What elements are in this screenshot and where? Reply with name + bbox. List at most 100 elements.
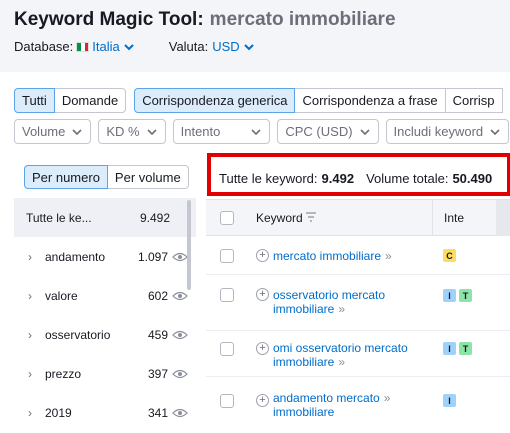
group-count: 459 <box>147 327 168 342</box>
group-name: Tutte le ke... <box>26 210 92 225</box>
filter-include-keywords[interactable]: Includi keyword <box>385 119 510 144</box>
keyword-line: osservatorio mercato <box>273 288 386 302</box>
column-divider <box>432 200 433 236</box>
chevron-right-icon[interactable]: › <box>28 406 42 420</box>
intent-badges: I <box>443 394 459 407</box>
double-chevron-icon[interactable]: » <box>384 391 390 405</box>
filter-label: Intento <box>180 124 221 139</box>
intent-badge: T <box>459 289 472 302</box>
table-row: + andamento mercato » immobiliare I <box>206 378 510 433</box>
select-all-checkbox[interactable] <box>220 211 234 225</box>
intent-badge: I <box>443 342 456 355</box>
add-keyword-icon[interactable]: + <box>256 394 269 407</box>
group-item[interactable]: › valore 602 <box>14 276 196 315</box>
chevron-right-icon[interactable]: › <box>28 250 42 264</box>
eye-icon[interactable] <box>172 330 188 340</box>
group-item[interactable]: › andamento 1.097 <box>14 237 196 276</box>
keyword-line: immobiliare <box>273 355 335 369</box>
tab-phrase-match[interactable]: Corrispondenza a frase <box>294 88 446 113</box>
sort-by-volume-button[interactable]: Per volume <box>106 165 189 189</box>
add-keyword-icon[interactable]: + <box>256 288 269 301</box>
table-row: + mercato immobiliare» C <box>206 237 510 275</box>
chevron-right-icon[interactable]: › <box>28 289 42 303</box>
group-name: 2019 <box>45 405 72 420</box>
keyword-line: omi osservatorio mercato <box>273 341 408 355</box>
group-count: 397 <box>147 366 168 381</box>
double-chevron-icon[interactable]: » <box>338 302 344 316</box>
italy-flag-icon <box>76 41 90 52</box>
sort-icon[interactable] <box>305 212 317 222</box>
group-name: osservatorio <box>45 327 111 342</box>
column-intent[interactable]: Inte <box>444 211 464 225</box>
eye-icon[interactable] <box>172 408 188 418</box>
group-all-keywords[interactable]: Tutte le ke... 9.492 <box>14 198 196 237</box>
chevron-down-icon <box>489 127 501 137</box>
eye-icon[interactable] <box>172 291 188 301</box>
column-next <box>496 200 510 236</box>
row-checkbox[interactable] <box>220 249 234 263</box>
tab-questions[interactable]: Domande <box>53 88 127 113</box>
group-count: 1.097 <box>137 249 168 264</box>
table-row: + omi osservatorio mercato immobiliare» I… <box>206 332 510 377</box>
database-selector[interactable]: Italia <box>92 39 119 54</box>
chevron-down-icon[interactable] <box>123 42 135 52</box>
intent-badge: I <box>443 289 456 302</box>
tab-all[interactable]: Tutti <box>14 88 55 113</box>
keyword-link[interactable]: mercato immobiliare» <box>273 249 391 263</box>
filter-intent[interactable]: Intento <box>172 119 271 144</box>
row-checkbox[interactable] <box>220 342 234 356</box>
add-keyword-icon[interactable]: + <box>256 249 269 262</box>
keyword-link[interactable]: osservatorio mercato immobiliare» <box>273 288 385 316</box>
keyword-link[interactable]: andamento mercato » immobiliare <box>273 391 390 419</box>
intent-badge: I <box>443 394 456 407</box>
tab-exact-match[interactable]: Corrisp <box>444 88 503 113</box>
group-item[interactable]: › prezzo 397 <box>14 354 196 393</box>
group-list: Tutte le ke... 9.492 › andamento 1.097 ›… <box>14 198 196 432</box>
database-currency-row: Database: Italia Valuta: USD <box>14 39 255 54</box>
filter-label: CPC (USD) <box>285 124 353 139</box>
filter-volume[interactable]: Volume <box>14 119 92 144</box>
keyword-line: mercato immobiliare <box>273 249 382 263</box>
intent-badge: T <box>459 342 472 355</box>
filter-cpc[interactable]: CPC (USD) <box>277 119 379 144</box>
currency-selector[interactable]: USD <box>212 39 239 54</box>
chevron-down-icon[interactable] <box>243 42 255 52</box>
sort-by-number-button[interactable]: Per numero <box>24 165 108 189</box>
group-item[interactable]: › 2019 341 <box>14 393 196 432</box>
group-item[interactable]: › osservatorio 459 <box>14 315 196 354</box>
filter-label: KD % <box>106 124 140 139</box>
row-checkbox[interactable] <box>220 394 234 408</box>
double-chevron-icon[interactable]: » <box>338 355 344 369</box>
column-keyword[interactable]: Keyword <box>256 211 303 225</box>
intent-badges: I T <box>443 289 475 302</box>
table-header: Keyword Inte <box>206 199 510 236</box>
row-checkbox[interactable] <box>220 288 234 302</box>
tab-broad-match[interactable]: Corrispondenza generica <box>134 88 296 113</box>
double-chevron-icon[interactable]: » <box>385 249 391 263</box>
group-list-scrollbar[interactable] <box>187 200 191 290</box>
broad-match-tabs: Corrispondenza generica Corrispondenza a… <box>134 88 503 113</box>
filters-bar: Volume KD % Intento CPC (USD) Includi ke… <box>14 119 510 144</box>
chevron-down-icon <box>146 127 158 137</box>
keyword-line: immobiliare <box>273 302 335 316</box>
match-type-tabs: Tutti Domande Corrispondenza generica Co… <box>14 88 503 113</box>
intent-badge: C <box>443 249 456 262</box>
filter-label: Volume <box>22 124 66 139</box>
group-name: valore <box>45 288 78 303</box>
group-count: 341 <box>147 405 168 420</box>
chevron-right-icon[interactable]: › <box>28 367 42 381</box>
group-name: prezzo <box>45 366 82 381</box>
group-sort-toggle: Per numero Per volume <box>24 165 189 189</box>
eye-icon[interactable] <box>172 369 188 379</box>
keyword-line: immobiliare <box>273 405 335 419</box>
filter-kd[interactable]: KD % <box>98 119 166 144</box>
keyword-link[interactable]: omi osservatorio mercato immobiliare» <box>273 341 408 369</box>
group-name: andamento <box>45 249 106 264</box>
add-keyword-icon[interactable]: + <box>256 342 269 355</box>
filter-label: Includi keyword <box>393 124 484 139</box>
eye-icon[interactable] <box>172 252 188 262</box>
chevron-down-icon <box>71 127 83 137</box>
chevron-right-icon[interactable]: › <box>28 328 42 342</box>
keyword-groups-panel: Per numero Per volume Tutte le ke... 9.4… <box>14 158 196 433</box>
highlight-annotation <box>207 153 510 196</box>
